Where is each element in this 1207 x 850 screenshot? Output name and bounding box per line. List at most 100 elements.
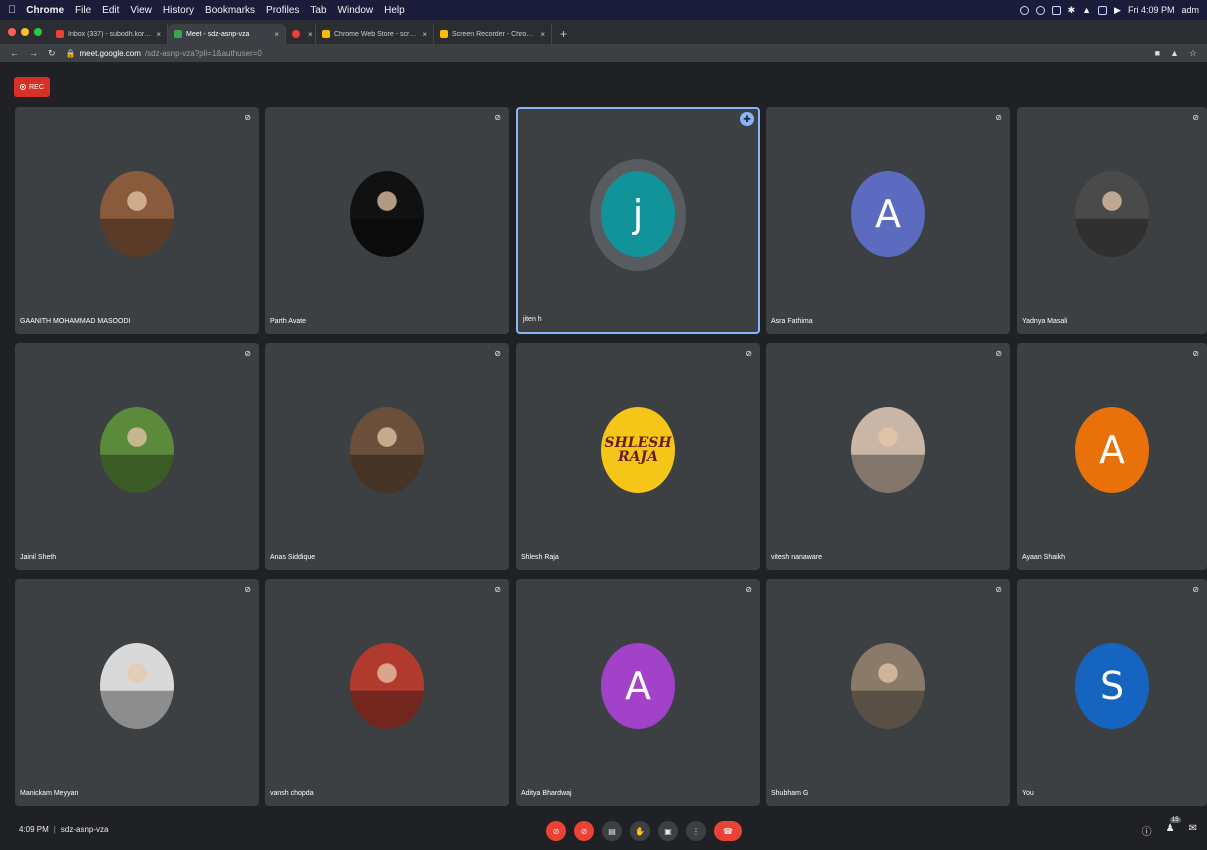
meeting-info: 4:09 PM | sdz-asnp-vza [19,825,108,834]
info-icon[interactable]: ⓘ [1142,823,1152,838]
menu-history[interactable]: History [163,5,194,16]
menu-window[interactable]: Window [338,5,374,16]
mic-off-icon: ⊘ [494,349,501,358]
participant-tile[interactable]: ⊘ vansh chopda [265,579,509,806]
bookmark-star-icon[interactable]: ☆ [1189,48,1197,59]
menu-chrome[interactable]: Chrome [26,5,64,16]
menu-view[interactable]: View [130,5,152,16]
menu-help[interactable]: Help [384,5,405,16]
clock[interactable]: Fri 4:09 PM [1128,5,1175,15]
participant-tile[interactable]: ⊘ Shubham G [766,579,1010,806]
window-controls [8,20,42,44]
menu-profiles[interactable]: Profiles [266,5,299,16]
participant-name: Manickam Meyyan [20,790,79,797]
participant-tile[interactable]: ⊘ S You [1017,579,1207,806]
close-icon[interactable]: × [540,30,545,39]
tab-meet[interactable]: Meet - sdz-asnp-vza × [168,24,286,44]
reload-icon[interactable]: ↻ [48,48,56,59]
leave-call-button[interactable]: ☎ [714,821,742,841]
new-tab-button[interactable]: + [560,24,567,44]
tab-webstore[interactable]: Chrome Web Store - screen re × [316,24,434,44]
participant-tile[interactable]: ⊘ SHLESH RAJA Shlesh Raja [516,343,760,570]
back-icon[interactable]: ← [10,48,19,58]
close-icon[interactable]: × [274,30,279,39]
participant-name: vansh chopda [270,790,314,797]
participant-tile[interactable]: ⊘ vitesh nanaware [766,343,1010,570]
meeting-bottom-bar: 4:09 PM | sdz-asnp-vza ⊘ ⊘ ▤ ✋ ▣ ⋮ ☎ ⓘ ♟… [0,815,1207,850]
screen-mirror-icon[interactable] [1051,5,1061,15]
pin-icon[interactable]: ✚ [740,112,754,126]
chat-icon[interactable]: ✉ [1189,823,1197,838]
address-actions: ■ ▲ ☆ [1155,48,1197,59]
close-icon[interactable]: × [308,30,313,39]
menu-tab[interactable]: Tab [310,5,326,16]
status-area: ✱ ▲ ▶ Fri 4:09 PM adm [1019,5,1199,16]
maximize-window-icon[interactable] [34,28,42,36]
gmail-icon [56,30,64,38]
avatar-letter: A [1075,406,1149,493]
mic-off-icon: ⊘ [244,349,251,358]
participant-tile[interactable]: ⊘ A Asra Fathima [766,107,1010,334]
participant-name: Jainil Sheth [20,554,57,561]
url-host: meet.google.com [79,48,141,58]
participant-tile[interactable]: ⊘ Yadnya Masali [1017,107,1207,334]
mac-menubar:  Chrome File Edit View History Bookmark… [0,0,1207,20]
browser-tabstrip: Inbox (337) - subodh.korgaon × Meet - sd… [0,20,1207,44]
participant-name: Asra Fathima [771,318,813,325]
sync-icon[interactable] [1035,5,1045,15]
participant-tile[interactable]: ⊘ Anas Siddique [265,343,509,570]
participant-tile[interactable]: ⊘ A Ayaan Shaikh [1017,343,1207,570]
camera-toggle-button[interactable]: ⊘ [574,821,594,841]
tab-gmail[interactable]: Inbox (337) - subodh.korgaon × [50,24,168,44]
record-icon [20,84,27,90]
people-icon: ♟ [1165,823,1175,834]
wifi-icon[interactable]: ▲ [1082,5,1091,15]
mic-off-icon: ⊘ [1192,113,1199,122]
participant-count-badge: 15 [1169,817,1181,823]
participant-name: Yadnya Masali [1022,318,1068,325]
mic-off-icon: ⊘ [494,113,501,122]
share-icon[interactable]: ▲ [1170,48,1179,59]
avatar-photo [350,642,424,729]
forward-icon[interactable]: → [29,48,38,58]
participant-tile[interactable]: ⊘ Manickam Meyyan [15,579,259,806]
user-name[interactable]: adm [1181,5,1199,15]
people-button[interactable]: ♟ 15 [1165,817,1181,838]
minimize-window-icon[interactable] [21,28,29,36]
avatar-letter: j [601,170,675,257]
extension-icon[interactable] [1019,5,1029,15]
more-options-button[interactable]: ⋮ [686,821,706,841]
url-field[interactable]: 🔒 meet.google.com/sdz-asnp-vza?pli=1&aut… [66,49,262,58]
participant-tile[interactable]: ⊘ Jainil Sheth [15,343,259,570]
apple-icon[interactable]:  [8,4,16,16]
participant-name: GAANITH MOHAMMAD MASOODI [20,318,131,325]
volume-icon[interactable]: ▶ [1114,5,1121,16]
avatar-letter: A [601,642,675,729]
menu-edit[interactable]: Edit [102,5,119,16]
menu-bookmarks[interactable]: Bookmarks [205,5,255,16]
mic-off-icon: ⊘ [745,585,752,594]
mic-off-icon: ⊘ [995,113,1002,122]
participant-tile[interactable]: ✚ j jiten h [516,107,760,334]
participant-tile[interactable]: ⊘ GAANITH MOHAMMAD MASOODI [15,107,259,334]
present-button[interactable]: ▣ [658,821,678,841]
captions-button[interactable]: ▤ [602,821,622,841]
meeting-time: 4:09 PM [19,825,49,834]
tab-screen-recorder[interactable]: Screen Recorder - Chrome We × [434,24,552,44]
tab-recording[interactable]: × [286,24,316,44]
meet-icon [174,30,182,38]
close-icon[interactable]: × [422,30,427,39]
menu-file[interactable]: File [75,5,91,16]
participant-tile[interactable]: ⊘ A Aditya Bhardwaj [516,579,760,806]
close-icon[interactable]: × [156,30,161,39]
tab-label: Chrome Web Store - screen re [334,30,418,38]
battery-icon[interactable] [1098,5,1108,15]
participant-tile[interactable]: ⊘ Parth Avate [265,107,509,334]
bluetooth-icon[interactable]: ✱ [1068,5,1076,16]
camera-indicator-icon[interactable]: ■ [1155,48,1160,59]
raise-hand-button[interactable]: ✋ [630,821,650,841]
close-window-icon[interactable] [8,28,16,36]
participant-name: Ayaan Shaikh [1022,554,1066,561]
mic-toggle-button[interactable]: ⊘ [546,821,566,841]
rec-button[interactable]: REC [14,77,50,97]
